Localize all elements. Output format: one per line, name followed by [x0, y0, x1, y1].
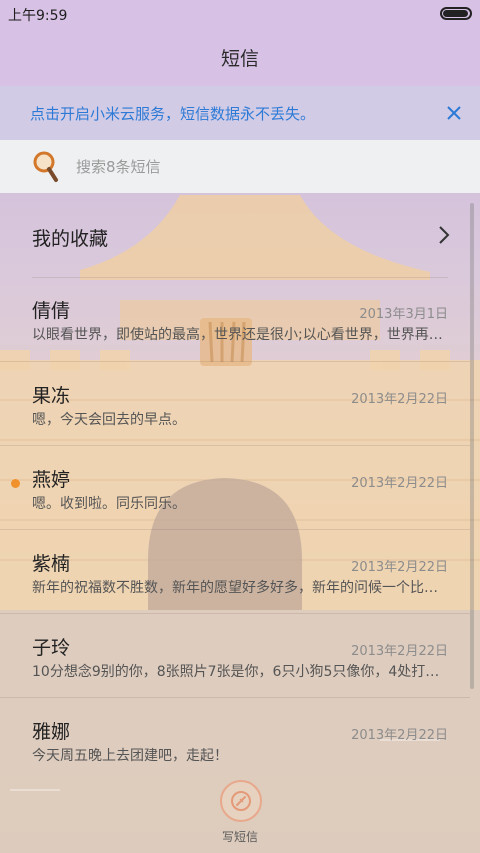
- message-date: 2013年2月22日: [351, 392, 448, 407]
- compose-label: 写短信: [221, 830, 258, 844]
- compose-icon: [220, 780, 262, 822]
- conversation-item[interactable]: 燕婷 2013年2月22日 嗯。收到啦。同乐同乐。: [0, 445, 470, 529]
- message-date: 2013年2月22日: [351, 476, 448, 491]
- message-date: 2013年3月1日: [359, 307, 448, 322]
- conversation-item[interactable]: 子玲 2013年2月22日 10分想念9别的你，8张照片7张是你，6只小狗5只像…: [0, 613, 470, 697]
- message-date: 2013年2月22日: [351, 560, 448, 575]
- favorites-label: 我的收藏: [32, 228, 109, 250]
- message-date: 2013年2月22日: [351, 728, 448, 743]
- message-date: 2013年2月22日: [351, 644, 448, 659]
- compose-button[interactable]: 写短信: [200, 778, 280, 848]
- contact-name: 果冻: [32, 385, 71, 407]
- search-icon: [33, 151, 58, 182]
- battery-level: [443, 10, 468, 17]
- search-bar: [0, 140, 480, 193]
- title-bar: 短信: [0, 28, 480, 86]
- contact-name: 雅娜: [32, 721, 71, 743]
- contact-name: 倩倩: [32, 300, 71, 322]
- favorites-row[interactable]: 我的收藏: [0, 193, 470, 277]
- contact-name: 燕婷: [32, 469, 71, 491]
- message-preview: 新年的祝福数不胜数，新年的愿望好多好多，新年的问候一个比一个早: [32, 580, 448, 596]
- conversation-list: 倩倩 2013年3月1日 以眼看世界，即使站的最高，世界还是很小;以心看世界，世…: [0, 277, 470, 781]
- cloud-banner-text[interactable]: 点击开启小米云服务，短信数据永不丢失。: [30, 103, 315, 124]
- status-bar: 上午9:59: [0, 0, 480, 28]
- message-preview: 今天周五晚上去团建吧，走起！: [32, 748, 228, 764]
- contact-name: 紫楠: [32, 553, 71, 575]
- conversation-item[interactable]: 紫楠 2013年2月22日 新年的祝福数不胜数，新年的愿望好多好多，新年的问候一…: [0, 529, 470, 613]
- message-preview: 嗯。收到啦。同乐同乐。: [32, 496, 186, 512]
- conversation-item[interactable]: 倩倩 2013年3月1日 以眼看世界，即使站的最高，世界还是很小;以心看世界，世…: [0, 277, 470, 361]
- contact-name: 子玲: [32, 637, 71, 659]
- message-preview: 以眼看世界，即使站的最高，世界还是很小;以心看世界，世界再大也能看透: [32, 327, 448, 343]
- unread-dot-icon: [11, 479, 20, 488]
- message-preview: 10分想念9别的你，8张照片7张是你，6只小狗5只像你，4处打听你的消息: [32, 664, 448, 680]
- conversation-item[interactable]: 果冻 2013年2月22日 嗯，今天会回去的早点。: [0, 361, 470, 445]
- conversation-item[interactable]: 雅娜 2013年2月22日 今天周五晚上去团建吧，走起！: [0, 697, 470, 781]
- battery-icon: [440, 7, 472, 20]
- cloud-banner[interactable]: 点击开启小米云服务，短信数据永不丢失。: [0, 86, 480, 140]
- status-time: 上午9:59: [8, 8, 68, 24]
- search-input[interactable]: [76, 154, 436, 180]
- chevron-right-icon: [439, 226, 450, 244]
- page-title: 短信: [220, 47, 259, 70]
- message-preview: 嗯，今天会回去的早点。: [32, 412, 186, 428]
- scrollbar[interactable]: [470, 203, 474, 689]
- close-icon[interactable]: [440, 99, 468, 127]
